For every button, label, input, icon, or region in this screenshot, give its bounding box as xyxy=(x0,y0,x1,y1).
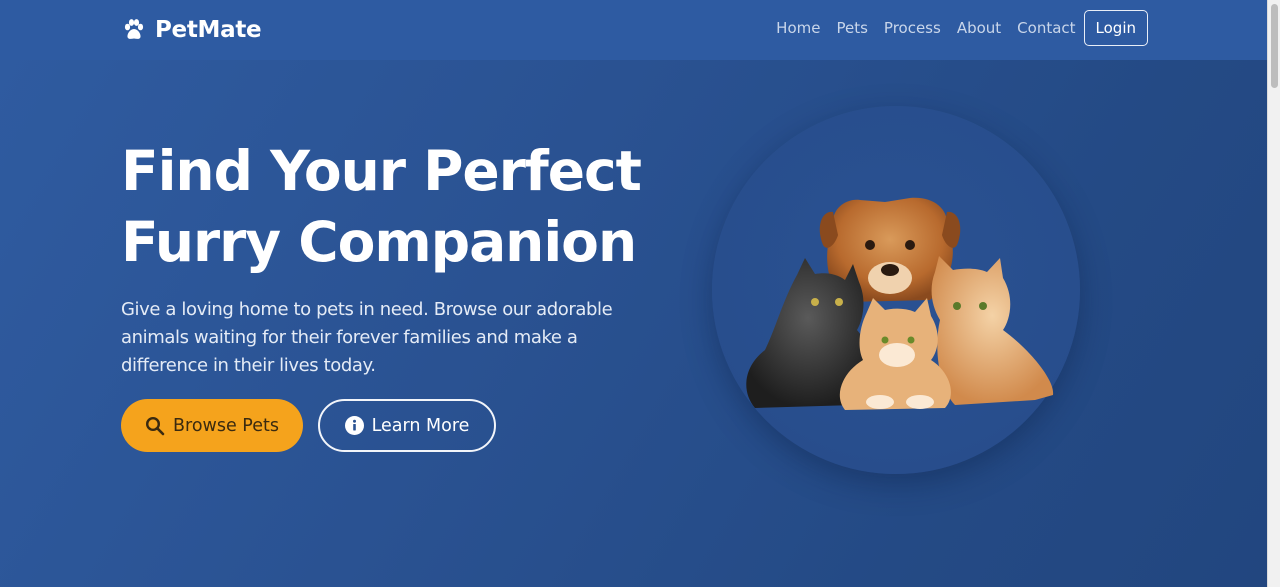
hero-subtitle: Give a loving home to pets in need. Brow… xyxy=(121,299,613,376)
nav-link-about[interactable]: About xyxy=(957,19,1001,37)
scrollbar-thumb[interactable] xyxy=(1271,4,1278,88)
hero-title-line2: Furry Companion xyxy=(121,210,637,274)
nav-link-contact[interactable]: Contact xyxy=(1017,19,1075,37)
page: PetMate Home Pets Process About Contact … xyxy=(0,0,1267,587)
navbar: PetMate Home Pets Process About Contact … xyxy=(0,0,1267,60)
login-button[interactable]: Login xyxy=(1083,10,1148,46)
info-circle-icon xyxy=(344,416,364,435)
hero-title-line1: Find Your Perfect xyxy=(121,139,642,203)
brand-name: PetMate xyxy=(155,17,262,43)
nav-link-process[interactable]: Process xyxy=(884,19,941,37)
browse-pets-label: Browse Pets xyxy=(173,415,279,436)
brand-logo[interactable]: PetMate xyxy=(121,14,262,46)
learn-more-label: Learn More xyxy=(371,415,470,436)
dog-and-cats-illustration xyxy=(746,197,1054,410)
browse-pets-button[interactable]: Browse Pets xyxy=(121,399,303,452)
nav-link-pets[interactable]: Pets xyxy=(836,19,867,37)
nav-menu: Home Pets Process About Contact Login xyxy=(776,10,1148,46)
paw-icon xyxy=(124,19,144,39)
search-icon xyxy=(146,416,165,435)
page-scrollbar[interactable] xyxy=(1267,0,1280,587)
hero-title: Find Your Perfect Furry Companion xyxy=(121,136,661,278)
learn-more-button[interactable]: Learn More xyxy=(318,399,496,452)
nav-link-home[interactable]: Home xyxy=(776,19,820,37)
